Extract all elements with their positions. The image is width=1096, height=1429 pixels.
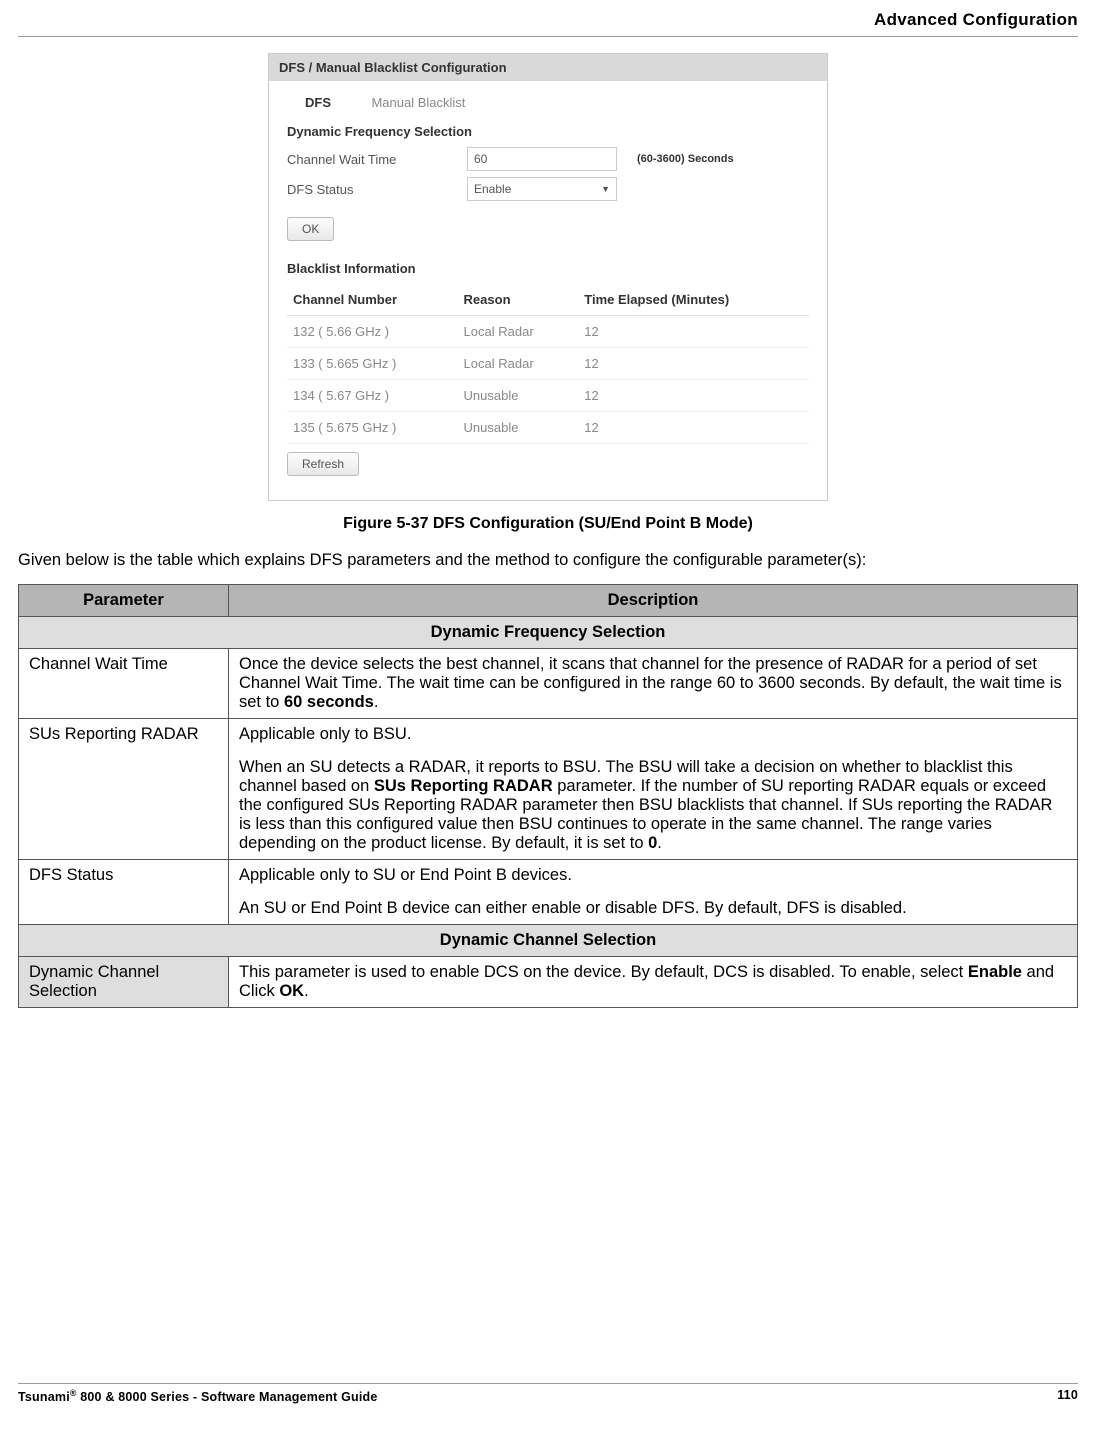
- label-dfs-status: DFS Status: [287, 182, 467, 197]
- desc-text: Applicable only to BSU.: [239, 725, 1067, 744]
- bl-header-channel: Channel Number: [287, 284, 458, 316]
- input-channel-wait-time[interactable]: [467, 147, 617, 171]
- param-desc: This parameter is used to enable DCS on …: [229, 957, 1078, 1008]
- table-row: Dynamic Channel Selection This parameter…: [19, 957, 1078, 1008]
- footer-guide: 800 & 8000 Series - Software Management …: [77, 1390, 378, 1404]
- blacklist-section-heading: Blacklist Information: [287, 261, 809, 276]
- table-row: 135 ( 5.675 GHz ) Unusable 12: [287, 412, 809, 444]
- label-channel-wait-time: Channel Wait Time: [287, 152, 467, 167]
- page-header: Advanced Configuration: [18, 10, 1078, 37]
- parameters-table: Parameter Description Dynamic Frequency …: [18, 584, 1078, 1008]
- tab-manual-blacklist[interactable]: Manual Blacklist: [353, 91, 483, 114]
- table-row: 132 ( 5.66 GHz ) Local Radar 12: [287, 316, 809, 348]
- cell-reason: Local Radar: [458, 348, 579, 380]
- cell-reason: Unusable: [458, 380, 579, 412]
- table-row: DFS Status Applicable only to SU or End …: [19, 860, 1078, 925]
- blacklist-table: Channel Number Reason Time Elapsed (Minu…: [287, 284, 809, 444]
- row-channel-wait-time: Channel Wait Time (60-3600) Seconds: [287, 147, 809, 171]
- desc-text: .: [374, 693, 379, 711]
- param-name: Channel Wait Time: [19, 649, 229, 719]
- cell-channel: 134 ( 5.67 GHz ): [287, 380, 458, 412]
- config-panel: DFS / Manual Blacklist Configuration DFS…: [268, 53, 828, 501]
- cell-time: 12: [578, 412, 809, 444]
- desc-text: This parameter is used to enable DCS on …: [239, 963, 968, 981]
- intro-text: Given below is the table which explains …: [18, 551, 1078, 570]
- ok-button[interactable]: OK: [287, 217, 334, 241]
- subheader-dcs: Dynamic Channel Selection: [19, 925, 1078, 957]
- hint-channel-wait-time: (60-3600) Seconds: [637, 153, 734, 165]
- cell-reason: Unusable: [458, 412, 579, 444]
- desc-bold: OK: [279, 982, 304, 1000]
- cell-time: 12: [578, 348, 809, 380]
- cell-time: 12: [578, 316, 809, 348]
- desc-bold: 0: [648, 834, 657, 852]
- registered-icon: ®: [70, 1388, 77, 1398]
- table-row: 133 ( 5.665 GHz ) Local Radar 12: [287, 348, 809, 380]
- cell-reason: Local Radar: [458, 316, 579, 348]
- footer-left: Tsunami® 800 & 8000 Series - Software Ma…: [18, 1388, 378, 1404]
- desc-bold: Enable: [968, 963, 1022, 981]
- cell-channel: 132 ( 5.66 GHz ): [287, 316, 458, 348]
- tab-bar: DFS Manual Blacklist: [287, 91, 809, 114]
- param-header-parameter: Parameter: [19, 585, 229, 617]
- desc-bold: SUs Reporting RADAR: [374, 777, 553, 795]
- param-header-description: Description: [229, 585, 1078, 617]
- desc-text: When an SU detects a RADAR, it reports t…: [239, 758, 1067, 853]
- table-row: 134 ( 5.67 GHz ) Unusable 12: [287, 380, 809, 412]
- desc-text: An SU or End Point B device can either e…: [239, 899, 1067, 918]
- param-desc: Once the device selects the best channel…: [229, 649, 1078, 719]
- cell-channel: 135 ( 5.675 GHz ): [287, 412, 458, 444]
- figure-caption: Figure 5-37 DFS Configuration (SU/End Po…: [18, 515, 1078, 533]
- row-dfs-status: DFS Status Enable ▼: [287, 177, 809, 201]
- subheader-dfs: Dynamic Frequency Selection: [19, 617, 1078, 649]
- cell-time: 12: [578, 380, 809, 412]
- desc-text: .: [657, 834, 662, 852]
- desc-text: Applicable only to SU or End Point B dev…: [239, 866, 1067, 885]
- param-name: DFS Status: [19, 860, 229, 925]
- desc-bold: 60 seconds: [284, 693, 374, 711]
- chevron-down-icon: ▼: [601, 184, 610, 194]
- bl-header-time: Time Elapsed (Minutes): [578, 284, 809, 316]
- param-desc: Applicable only to SU or End Point B dev…: [229, 860, 1078, 925]
- select-dfs-status[interactable]: Enable ▼: [467, 177, 617, 201]
- table-row: SUs Reporting RADAR Applicable only to B…: [19, 719, 1078, 860]
- param-name: Dynamic Channel Selection: [19, 957, 229, 1008]
- desc-text: .: [304, 982, 309, 1000]
- refresh-button[interactable]: Refresh: [287, 452, 359, 476]
- select-dfs-status-value: Enable: [474, 182, 511, 196]
- cell-channel: 133 ( 5.665 GHz ): [287, 348, 458, 380]
- page-number: 110: [1057, 1388, 1078, 1404]
- param-name: SUs Reporting RADAR: [19, 719, 229, 860]
- panel-title: DFS / Manual Blacklist Configuration: [269, 54, 827, 81]
- tab-dfs[interactable]: DFS: [287, 91, 349, 114]
- page-footer: Tsunami® 800 & 8000 Series - Software Ma…: [18, 1383, 1078, 1404]
- bl-header-reason: Reason: [458, 284, 579, 316]
- dfs-section-heading: Dynamic Frequency Selection: [287, 124, 809, 139]
- param-desc: Applicable only to BSU. When an SU detec…: [229, 719, 1078, 860]
- table-row: Channel Wait Time Once the device select…: [19, 649, 1078, 719]
- footer-product: Tsunami: [18, 1390, 70, 1404]
